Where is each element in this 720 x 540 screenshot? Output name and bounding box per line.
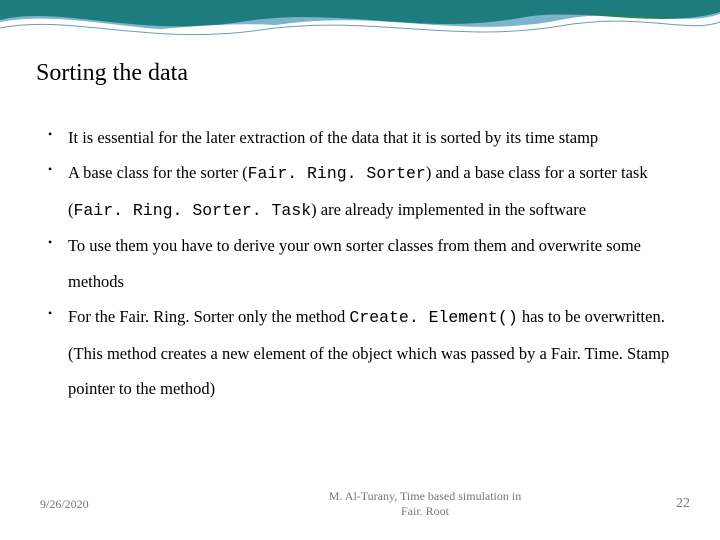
footer: 9/26/2020 M. Al-Turany, Time based simul… (0, 489, 720, 520)
slide-title: Sorting the data (36, 60, 188, 87)
bullet-text: To use them you have to derive your own … (68, 228, 688, 299)
bullet-text: It is essential for the later extraction… (68, 120, 688, 155)
footer-credit: M. Al-Turany, Time based simulation in F… (220, 489, 630, 520)
bullet-list: • It is essential for the later extracti… (48, 120, 688, 407)
page-number: 22 (630, 496, 690, 512)
list-item: • For the Fair. Ring. Sorter only the me… (48, 299, 688, 406)
bullet-text: For the Fair. Ring. Sorter only the meth… (68, 299, 688, 406)
banner-decoration (0, 0, 720, 48)
bullet-dot-icon: • (48, 228, 68, 256)
bullet-text: A base class for the sorter (Fair. Ring.… (68, 155, 688, 228)
code-span: Create. Element() (349, 308, 517, 327)
bullet-dot-icon: • (48, 299, 68, 327)
list-item: • It is essential for the later extracti… (48, 120, 688, 155)
list-item: • A base class for the sorter (Fair. Rin… (48, 155, 688, 228)
list-item: • To use them you have to derive your ow… (48, 228, 688, 299)
footer-date: 9/26/2020 (40, 497, 220, 512)
bullet-dot-icon: • (48, 120, 68, 148)
bullet-dot-icon: • (48, 155, 68, 183)
code-span: Fair. Ring. Sorter. Task (74, 201, 312, 220)
code-span: Fair. Ring. Sorter (248, 164, 426, 183)
